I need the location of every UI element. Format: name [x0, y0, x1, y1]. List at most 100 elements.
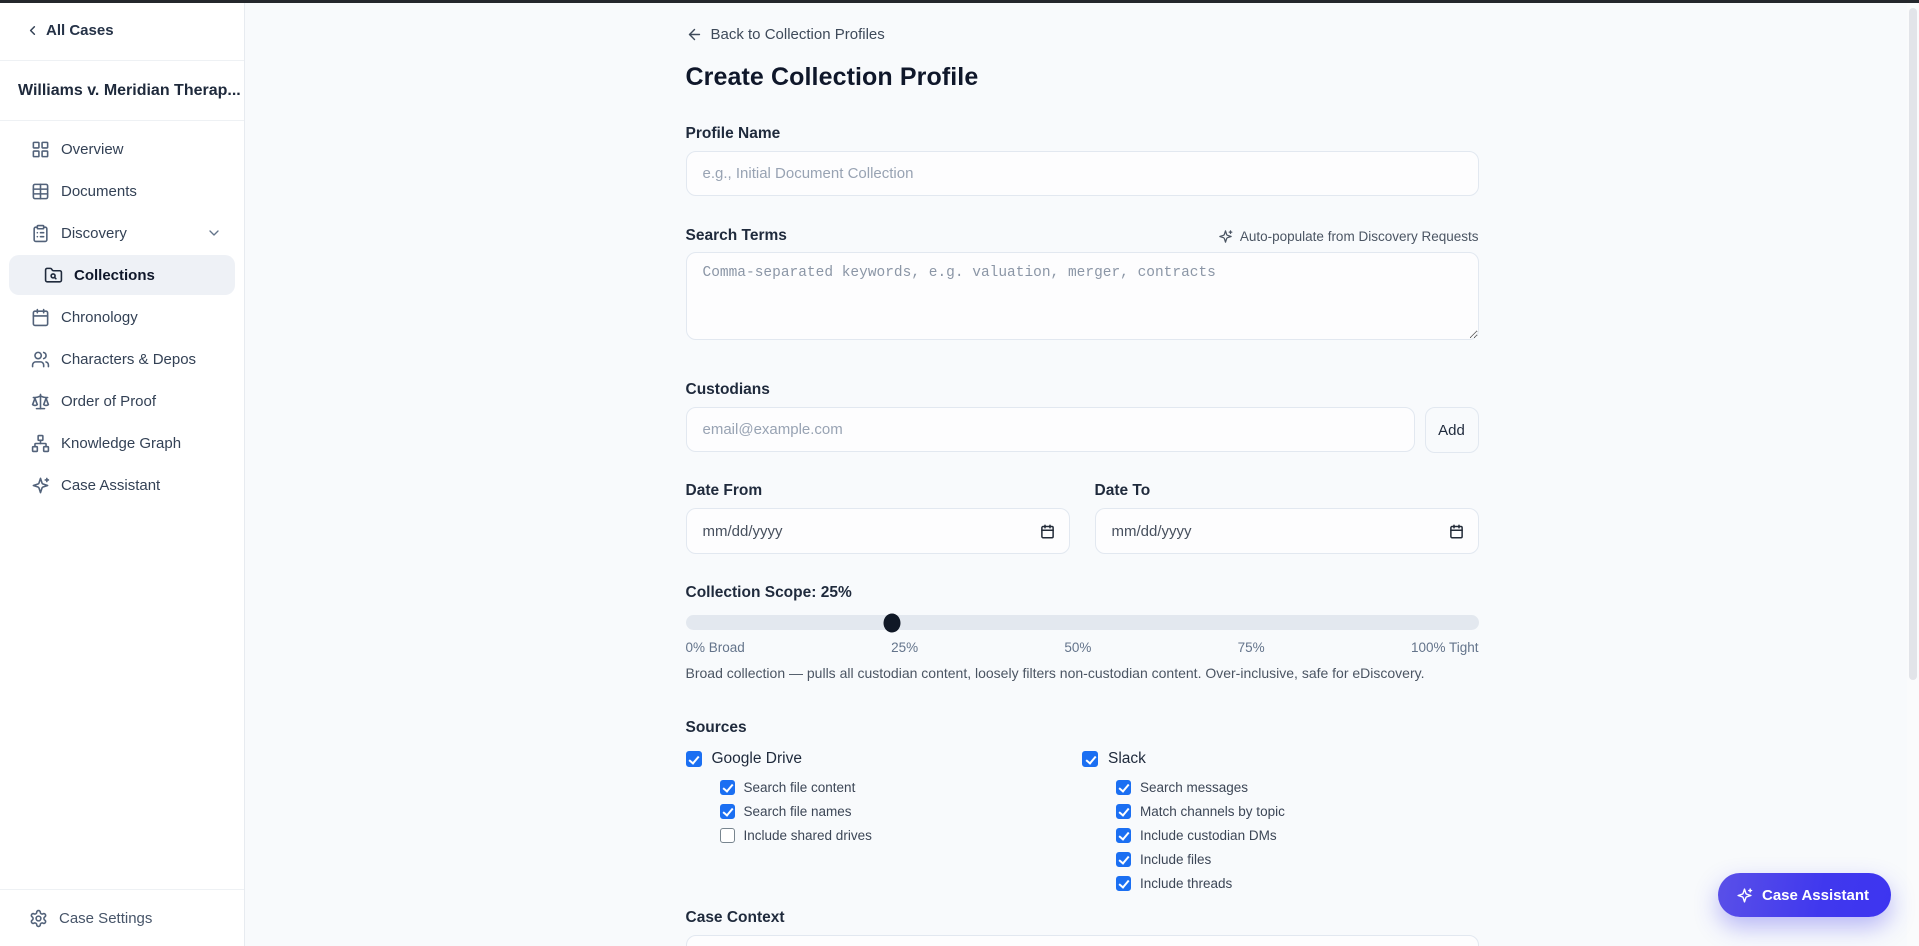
back-link-label: Back to Collection Profiles	[710, 26, 885, 43]
option-label: Include threads	[1140, 875, 1233, 891]
source-group-label: Slack	[1108, 750, 1146, 767]
scrollbar-thumb[interactable]	[1909, 8, 1917, 680]
option-label: Include shared drives	[743, 827, 872, 843]
date-to-value: mm/dd/yyyy	[1111, 522, 1192, 540]
sidebar-item-label: Collections	[74, 266, 155, 284]
case-settings-link[interactable]: Case Settings	[0, 889, 244, 946]
checkbox[interactable]	[1116, 875, 1131, 891]
checkbox[interactable]	[1082, 751, 1098, 767]
case-context-label: Case Context	[685, 909, 785, 926]
gear-icon	[29, 909, 48, 928]
profile-name-input[interactable]	[685, 151, 1479, 196]
date-to-label: Date To	[1094, 482, 1151, 499]
sidebar-item-label: Order of Proof	[61, 392, 157, 410]
sidebar-item-order-of-proof[interactable]: Order of Proof	[0, 380, 244, 422]
source-group-google-drive: Google Drive Search file content Search …	[685, 750, 1083, 892]
sources-field: Sources Google Drive Search file content	[685, 719, 1479, 892]
back-to-collection-profiles-link[interactable]: Back to Collection Profiles	[686, 26, 885, 43]
all-cases-back-link[interactable]: All Cases	[0, 0, 244, 61]
users-icon	[31, 350, 50, 369]
checkbox[interactable]	[1116, 851, 1131, 867]
google-drive-checkbox-row[interactable]: Google Drive	[685, 750, 1083, 768]
slack-checkbox-row[interactable]: Slack	[1082, 750, 1479, 768]
main-area: Back to Collection Profiles Create Colle…	[245, 0, 1919, 946]
option-search-file-content[interactable]: Search file content	[719, 778, 1083, 796]
checkbox[interactable]	[1116, 803, 1131, 819]
collection-scope-field: Collection Scope: 25% 0% Broad 25% 50% 7…	[685, 584, 1479, 681]
option-label: Search file names	[743, 803, 852, 819]
sidebar-item-overview[interactable]: Overview	[0, 128, 244, 170]
option-include-custodian-dms[interactable]: Include custodian DMs	[1116, 826, 1479, 844]
option-include-files[interactable]: Include files	[1116, 850, 1479, 868]
sidebar-item-label: Knowledge Graph	[61, 434, 182, 452]
sidebar-item-characters-depos[interactable]: Characters & Depos	[0, 338, 244, 380]
profile-name-label: Profile Name	[685, 125, 781, 142]
calendar-icon[interactable]	[1449, 524, 1464, 539]
option-label: Search file content	[743, 779, 856, 795]
date-to-field: Date To mm/dd/yyyy	[1094, 482, 1479, 554]
source-group-slack: Slack Search messages Match channels by …	[1082, 750, 1479, 892]
custodians-label: Custodians	[685, 381, 770, 398]
option-include-shared-drives[interactable]: Include shared drives	[719, 826, 1083, 844]
custodians-field: Custodians Add	[685, 381, 1479, 453]
sidebar-item-case-assistant[interactable]: Case Assistant	[0, 464, 244, 506]
tick-label: 50%	[1064, 640, 1092, 655]
calendar-icon	[31, 308, 50, 327]
sidebar-item-label: Documents	[61, 182, 137, 200]
sources-label: Sources	[685, 719, 747, 736]
date-from-input[interactable]: mm/dd/yyyy	[685, 508, 1070, 554]
option-include-threads[interactable]: Include threads	[1116, 874, 1479, 892]
scale-icon	[31, 392, 50, 411]
network-icon	[31, 434, 50, 453]
scope-description: Broad collection — pulls all custodian c…	[685, 665, 1425, 681]
search-terms-textarea[interactable]	[685, 252, 1479, 340]
page-title: Create Collection Profile	[685, 63, 979, 91]
sidebar-item-label: Case Assistant	[61, 476, 161, 494]
sidebar-item-chronology[interactable]: Chronology	[0, 296, 244, 338]
add-custodian-button[interactable]: Add	[1424, 407, 1479, 453]
case-name: Williams v. Meridian Therap...	[0, 61, 244, 121]
date-range-fields: Date From mm/dd/yyyy Date To mm/dd/yyyy	[685, 482, 1479, 554]
vertical-scrollbar[interactable]	[1907, 3, 1919, 946]
collection-scope-slider[interactable]	[685, 613, 1479, 632]
sidebar-item-documents[interactable]: Documents	[0, 170, 244, 212]
calendar-icon[interactable]	[1040, 524, 1055, 539]
sparkles-icon	[31, 476, 50, 495]
tick-label: 0% Broad	[685, 640, 745, 655]
search-terms-field: Search Terms Auto-populate from Discover…	[685, 227, 1479, 345]
option-label: Search messages	[1140, 779, 1249, 795]
case-assistant-fab-label: Case Assistant	[1762, 886, 1869, 904]
option-search-file-names[interactable]: Search file names	[719, 802, 1083, 820]
option-search-messages[interactable]: Search messages	[1116, 778, 1479, 796]
date-from-value: mm/dd/yyyy	[702, 522, 783, 540]
option-match-channels-by-topic[interactable]: Match channels by topic	[1116, 802, 1479, 820]
checkbox[interactable]	[685, 751, 702, 767]
checkbox[interactable]	[719, 779, 735, 795]
sidebar-item-knowledge-graph[interactable]: Knowledge Graph	[0, 422, 244, 464]
table-icon	[31, 182, 50, 201]
checkbox[interactable]	[1116, 779, 1131, 795]
sidebar-nav: Overview Documents Discovery Collections	[0, 121, 244, 506]
folder-search-icon	[44, 266, 63, 285]
custodian-email-input[interactable]	[685, 407, 1415, 452]
tick-label: 100% Tight	[1410, 640, 1479, 655]
profile-name-field: Profile Name	[685, 125, 1479, 196]
sidebar-item-label: Overview	[61, 140, 124, 158]
auto-populate-label: Auto-populate from Discovery Requests	[1239, 228, 1479, 244]
date-to-input[interactable]: mm/dd/yyyy	[1094, 508, 1479, 554]
sparkles-icon	[1218, 229, 1233, 244]
tick-label: 25%	[891, 640, 919, 655]
window-top-edge	[0, 0, 1919, 3]
source-group-label: Google Drive	[711, 750, 802, 767]
slider-thumb[interactable]	[883, 613, 901, 632]
case-assistant-fab[interactable]: Case Assistant	[1718, 873, 1891, 917]
collection-scope-label: Collection Scope: 25%	[685, 584, 852, 601]
sidebar-item-discovery[interactable]: Discovery	[0, 212, 244, 254]
checkbox[interactable]	[719, 827, 735, 843]
checkbox[interactable]	[1116, 827, 1131, 843]
sidebar-item-collections[interactable]: Collections	[9, 255, 235, 295]
checkbox[interactable]	[719, 803, 735, 819]
case-context-input[interactable]	[685, 935, 1479, 946]
option-label: Match channels by topic	[1140, 803, 1285, 819]
auto-populate-button[interactable]: Auto-populate from Discovery Requests	[1218, 229, 1479, 244]
